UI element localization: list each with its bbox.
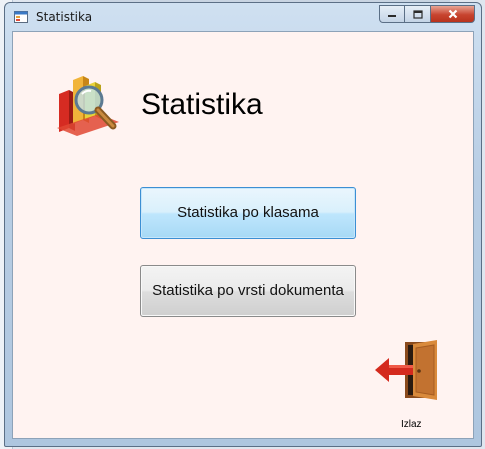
close-button[interactable] xyxy=(431,5,475,23)
statistics-window: Statistika Statistika Statistika po klas… xyxy=(4,2,482,447)
statistics-by-class-button[interactable]: Statistika po klasama xyxy=(140,187,356,239)
close-icon xyxy=(448,9,457,19)
statistics-magnifier-icon xyxy=(57,76,119,136)
title-bar[interactable]: Statistika xyxy=(5,3,481,31)
window-client-area: Statistika Statistika po klasama Statist… xyxy=(12,31,474,439)
exit-label: Izlaz xyxy=(401,419,422,430)
minimize-icon xyxy=(388,15,396,17)
exit-door-icon[interactable] xyxy=(373,340,441,400)
maximize-icon xyxy=(412,9,423,19)
window-controls xyxy=(379,5,475,23)
statistics-by-document-type-button[interactable]: Statistika po vrsti dokumenta xyxy=(140,265,356,317)
minimize-button[interactable] xyxy=(379,5,405,23)
form-icon xyxy=(14,11,28,23)
page-title: Statistika xyxy=(141,88,263,121)
maximize-button[interactable] xyxy=(405,5,431,23)
window-title: Statistika xyxy=(36,10,93,24)
